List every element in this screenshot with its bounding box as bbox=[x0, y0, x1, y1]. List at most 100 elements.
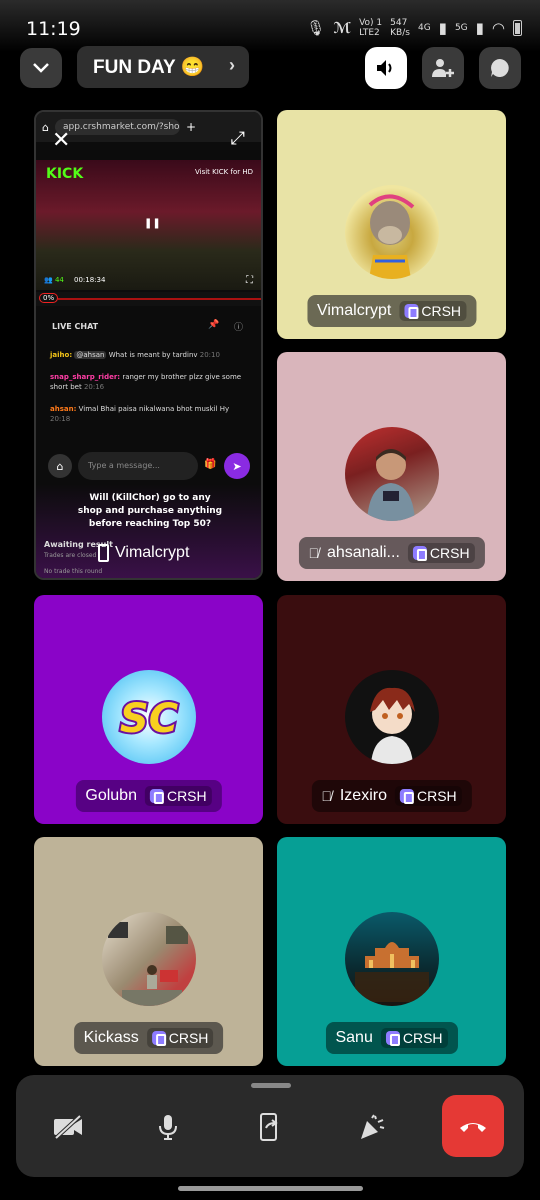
kick-logo: KICK bbox=[46, 166, 84, 182]
speaker-icon bbox=[377, 60, 392, 76]
crsh-badge: CRSH bbox=[146, 1028, 214, 1048]
call-controls bbox=[16, 1075, 524, 1177]
crsh-coin-icon bbox=[385, 1031, 400, 1046]
signal-icon: ▮ bbox=[438, 19, 447, 37]
camera-toggle-button[interactable] bbox=[38, 1097, 98, 1157]
prediction-question: Will (KillChor) go to any shop and purch… bbox=[77, 493, 223, 529]
screen-share-tile[interactable]: ⌂ app.crshmarket.com/?show + ✕ ⤢ KICK Vi… bbox=[34, 110, 263, 580]
chat-user: ahsan: bbox=[50, 405, 77, 413]
avatar bbox=[344, 426, 439, 521]
participant-name: Kickass bbox=[83, 1029, 139, 1046]
microphone-button[interactable] bbox=[138, 1097, 198, 1157]
participant-tile[interactable]: 🎙̸ Izexiro CRSH bbox=[277, 595, 506, 824]
participant-tile[interactable]: 🎙̸ ahsanali... CRSH bbox=[277, 352, 506, 581]
browser-url: app.crshmarket.com/?show bbox=[54, 119, 180, 135]
participant-name: Sanu bbox=[335, 1029, 373, 1046]
network-4g: 4G bbox=[417, 23, 431, 33]
badge-label: CRSH bbox=[402, 1030, 443, 1046]
participant-tile[interactable]: Sanu CRSH bbox=[277, 837, 506, 1066]
participant-nametag: Vimalcrypt CRSH bbox=[306, 295, 477, 327]
phone-hangup-icon bbox=[460, 1123, 486, 1132]
battery-icon bbox=[513, 20, 522, 36]
pin-icon[interactable]: 📌 bbox=[208, 320, 219, 330]
participant-nametag: Sanu CRSH bbox=[325, 1022, 458, 1054]
chat-text: Vimal Bhai paisa nikalwana bhot muskil H… bbox=[78, 405, 230, 413]
chat-message: ahsan: Vimal Bhai paisa nikalwana bhot m… bbox=[50, 404, 250, 424]
status-bar: 11:19 🎙 ℳ Vo) 1 LTE2 547 KB/s 4G ▮ 5G ▮ ◠ bbox=[0, 0, 540, 52]
chat-time: 20:18 bbox=[50, 415, 71, 423]
gesture-nav-bar[interactable] bbox=[178, 1186, 363, 1191]
share-screen-button[interactable] bbox=[240, 1097, 300, 1157]
live-timer: 00:18:34 bbox=[74, 276, 106, 284]
avatar bbox=[344, 669, 439, 764]
chevron-down-icon bbox=[33, 63, 49, 73]
participant-tile[interactable]: SC Golubn CRSH bbox=[34, 595, 263, 824]
chat-list: jaiho: @ahsan What is meant by tardinv 2… bbox=[50, 350, 250, 424]
effects-button[interactable] bbox=[342, 1097, 402, 1157]
info-icon[interactable]: ⓘ bbox=[234, 320, 243, 333]
participant-tile[interactable]: Vimalcrypt CRSH bbox=[277, 110, 506, 339]
chat-user: jaiho: bbox=[50, 351, 73, 359]
jio-icon: ℳ bbox=[333, 19, 352, 37]
viewer-count: 👥 44 bbox=[44, 276, 64, 284]
lte-label: LTE2 bbox=[359, 28, 380, 38]
add-person-icon bbox=[432, 59, 454, 77]
chat-input-row: ⌂ Type a message... 🎁 ➤ bbox=[48, 452, 252, 480]
pause-icon[interactable]: ❚❚ bbox=[144, 218, 161, 229]
mic-muted-icon: 🎙̸ bbox=[321, 788, 332, 804]
home-button[interactable]: ⌂ bbox=[48, 454, 72, 478]
participant-name: Vimalcrypt bbox=[316, 302, 392, 319]
anime-avatar-image bbox=[369, 687, 415, 764]
send-button[interactable]: ➤ bbox=[224, 453, 250, 479]
chat-mention: @ahsan bbox=[74, 351, 107, 359]
close-share-button[interactable]: ✕ bbox=[52, 128, 70, 153]
participant-nametag: Golubn CRSH bbox=[75, 780, 222, 812]
fullscreen-icon[interactable]: ⛶ bbox=[246, 275, 253, 286]
badge-label: CRSH bbox=[166, 788, 207, 804]
chat-message: snap_sharp_rider: ranger my brother plzz… bbox=[50, 372, 250, 392]
screen-share-nametag: Vimalcrypt bbox=[98, 538, 189, 568]
crsh-badge: CRSH bbox=[380, 1028, 448, 1048]
chat-text: What is meant by tardinv bbox=[108, 351, 198, 359]
gift-icon[interactable]: 🎁 bbox=[204, 459, 216, 470]
chat-input[interactable]: Type a message... bbox=[78, 452, 198, 480]
room-title-button[interactable]: FUN DAY 😁 › bbox=[77, 46, 249, 88]
net-speed: 547 KB/s bbox=[390, 18, 410, 38]
badge-label: CRSH bbox=[168, 1030, 209, 1046]
participant-nametag: 🎙̸ ahsanali... CRSH bbox=[298, 537, 485, 569]
palace-avatar-image bbox=[354, 941, 429, 1002]
speaker-button[interactable] bbox=[365, 47, 407, 89]
trades-closed: Trades are closed bbox=[44, 552, 97, 559]
hang-up-button[interactable] bbox=[442, 1095, 504, 1157]
no-trade: No trade this round bbox=[44, 568, 103, 575]
screen-share-icon bbox=[260, 1113, 278, 1141]
crsh-badge: CRSH bbox=[394, 786, 462, 806]
crsh-coin-icon bbox=[399, 789, 414, 804]
expand-icon[interactable]: ⤢ bbox=[231, 128, 245, 149]
chat-bubble-icon bbox=[491, 59, 509, 77]
chat-time: 20:16 bbox=[83, 383, 105, 391]
add-participant-button[interactable] bbox=[422, 47, 464, 89]
clock: 11:19 bbox=[26, 18, 81, 40]
net-speed-value: 547 bbox=[390, 18, 408, 28]
chat-message: jaiho: @ahsan What is meant by tardinv 2… bbox=[50, 350, 250, 360]
sc-logo-image: SC bbox=[117, 694, 179, 744]
progress-label: 0% bbox=[39, 293, 59, 303]
new-tab-icon: + bbox=[185, 120, 197, 134]
drag-handle[interactable] bbox=[251, 1083, 291, 1088]
badge-label: CRSH bbox=[421, 303, 462, 319]
minimize-button[interactable] bbox=[20, 48, 62, 88]
crsh-coin-icon bbox=[151, 1031, 166, 1046]
camera-off-icon bbox=[54, 1114, 82, 1140]
carrier-label: Vo) 1 bbox=[359, 18, 383, 28]
avatar bbox=[344, 184, 439, 279]
participant-name: Golubn bbox=[85, 787, 137, 804]
stream-video: KICK Visit KICK for HD ❚❚ 👥 44 00:18:34 … bbox=[36, 160, 261, 290]
ape-avatar-image bbox=[368, 194, 414, 279]
chat-button[interactable] bbox=[479, 47, 521, 89]
signal-icon-2: ▮ bbox=[475, 19, 484, 37]
participant-tile[interactable]: Kickass CRSH bbox=[34, 837, 263, 1066]
boy-avatar-image bbox=[366, 448, 415, 521]
visit-kick-label: Visit KICK for HD bbox=[194, 168, 253, 176]
room-title: FUN DAY 😁 bbox=[93, 57, 205, 78]
